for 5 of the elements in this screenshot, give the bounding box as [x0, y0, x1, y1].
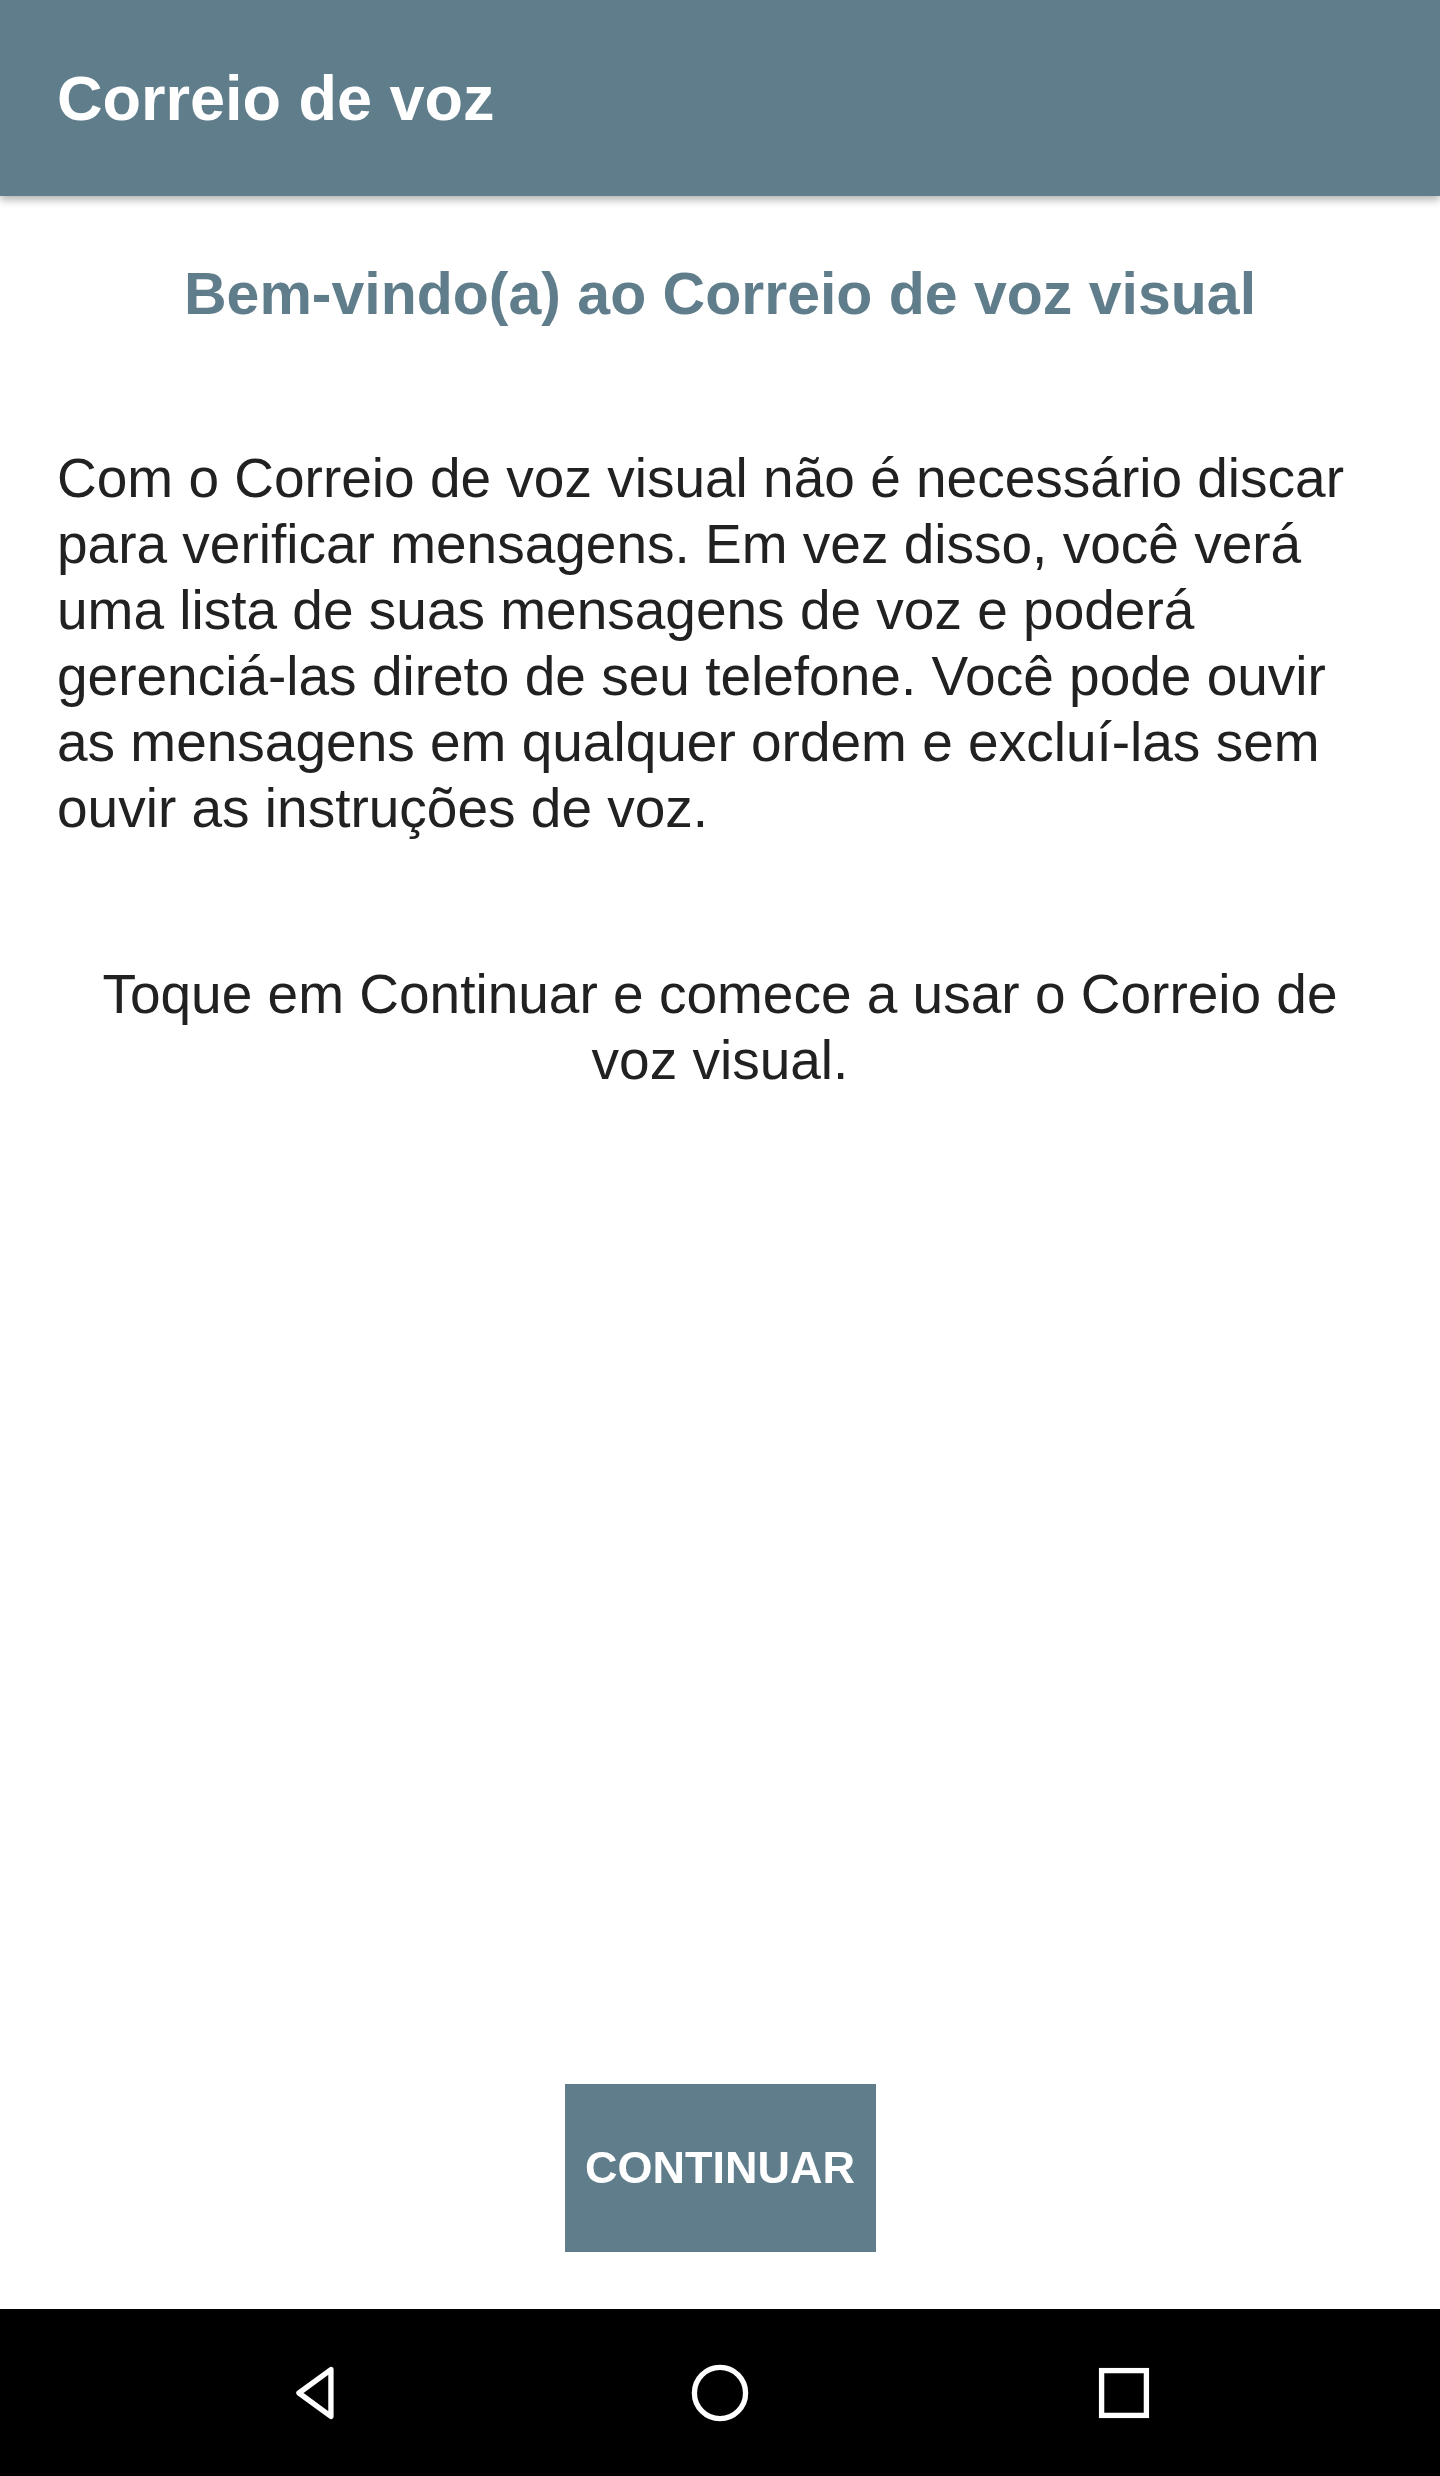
- body-text: Com o Correio de voz visual não é necessário discar para verificar mensagens. Em vez disso, você verá uma lista de suas mensagens de voz e poderá gerenciá-las direto de seu telefone. Você pode ouvir as mensagens em qualquer ordem e excluí-las sem ouvir as instruções de voz.: [57, 446, 1345, 841]
- app-bar-title: Correio de voz: [57, 62, 495, 134]
- continue-button[interactable]: CONTINUAR: [564, 2084, 876, 2252]
- body-text: Toque em Continuar e comece a usar o Correio de voz visual.: [101, 962, 1339, 1093]
- welcome-heading: Bem-vindo(a) ao Correio de voz visual: [182, 260, 1258, 329]
